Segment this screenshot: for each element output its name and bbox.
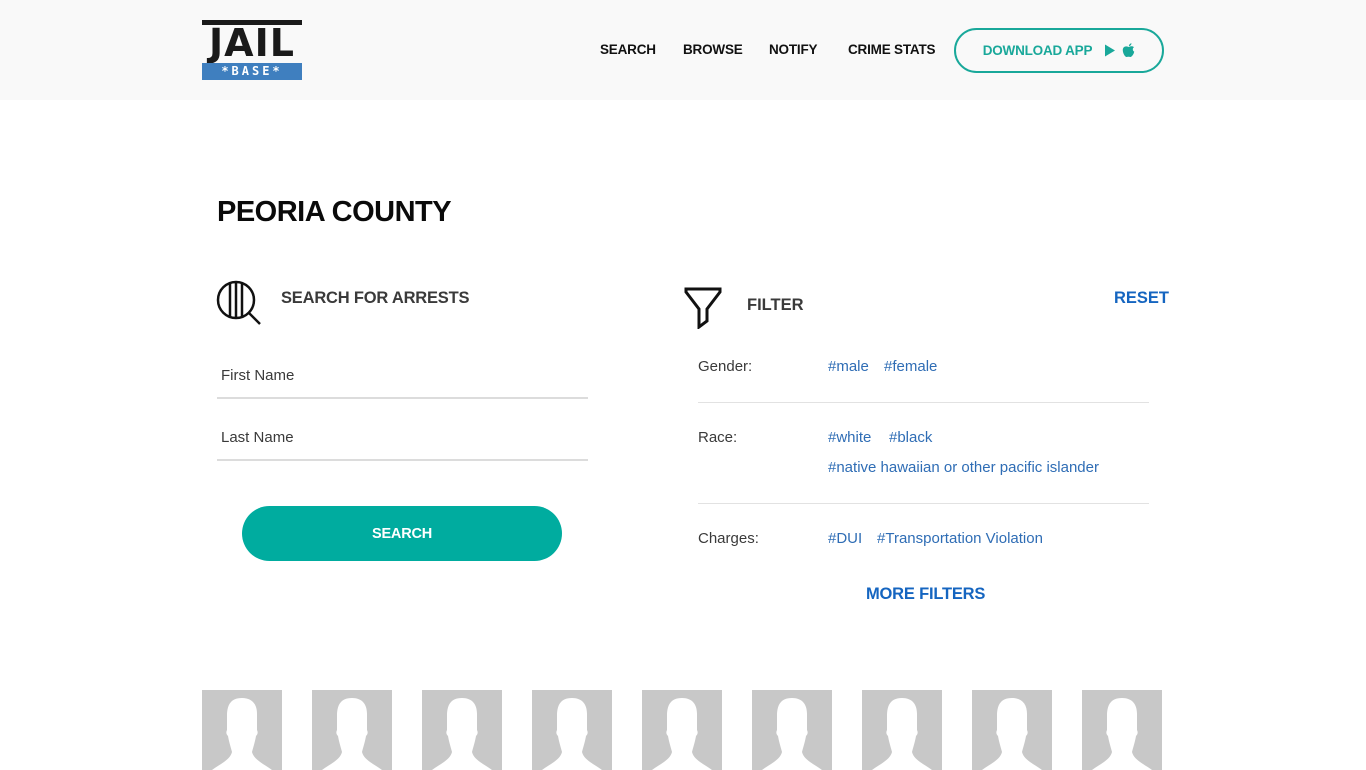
nav-crime-stats[interactable]: CRIME STATS [848,42,935,57]
nav-browse[interactable]: BROWSE [683,42,743,57]
person-silhouette-icon [762,698,822,770]
filter-heading: FILTER [747,296,804,314]
charges-label: Charges: [698,530,759,547]
gender-label: Gender: [698,358,753,375]
nav-notify[interactable]: NOTIFY [769,42,818,57]
download-app-label: DOWNLOAD APP [982,43,1093,58]
mugshot-card[interactable] [202,690,282,770]
tag-white[interactable]: #white [828,429,871,446]
first-name-input[interactable] [217,353,588,397]
logo-wordmark: JAIL [202,20,302,64]
tag-female[interactable]: #female [884,358,937,375]
download-app-button[interactable]: DOWNLOAD APP [954,28,1164,73]
person-silhouette-icon [872,698,932,770]
mugshot-card[interactable] [642,690,722,770]
apple-icon [1123,43,1135,58]
page-title: PEORIA COUNTY [217,196,452,228]
reset-filters-link[interactable]: RESET [1114,289,1169,308]
tag-black[interactable]: #black [889,429,932,446]
person-silhouette-icon [1092,698,1152,770]
person-silhouette-icon [212,698,272,770]
last-name-field[interactable] [217,415,588,461]
search-for-arrests-heading: SEARCH FOR ARRESTS [281,289,470,307]
tag-transportation-violation[interactable]: #Transportation Violation [877,530,1043,547]
more-filters-link[interactable]: MORE FILTERS [866,585,985,604]
last-name-input[interactable] [217,415,588,459]
race-label: Race: [698,429,738,446]
person-silhouette-icon [542,698,602,770]
filter-funnel-icon [684,287,722,329]
mugshot-card[interactable] [752,690,832,770]
tag-male[interactable]: #male [828,358,869,375]
person-silhouette-icon [322,698,382,770]
logo-base-text: *BASE* [202,63,302,80]
mugshot-card[interactable] [1082,690,1162,770]
mugshot-card[interactable] [532,690,612,770]
person-silhouette-icon [652,698,712,770]
site-header: JAIL *BASE* SEARCH BROWSE NOTIFY CRIME S… [0,0,1366,100]
tag-native-hawaiian[interactable]: #native hawaiian or other pacific island… [828,459,1099,476]
jailbase-logo[interactable]: JAIL *BASE* [202,20,302,80]
nav-search[interactable]: SEARCH [600,42,656,57]
filter-divider [698,503,1149,504]
search-button[interactable]: SEARCH [242,506,562,561]
person-silhouette-icon [982,698,1042,770]
mugshot-card[interactable] [422,690,502,770]
search-arrests-icon [216,280,261,325]
tag-dui[interactable]: #DUI [828,530,862,547]
mugshot-card[interactable] [862,690,942,770]
first-name-field[interactable] [217,353,588,399]
logo-jail-text: JAIL [209,21,295,65]
mugshot-card[interactable] [972,690,1052,770]
mugshot-card[interactable] [312,690,392,770]
filter-divider [698,402,1149,403]
google-play-icon [1105,44,1116,57]
person-silhouette-icon [432,698,492,770]
